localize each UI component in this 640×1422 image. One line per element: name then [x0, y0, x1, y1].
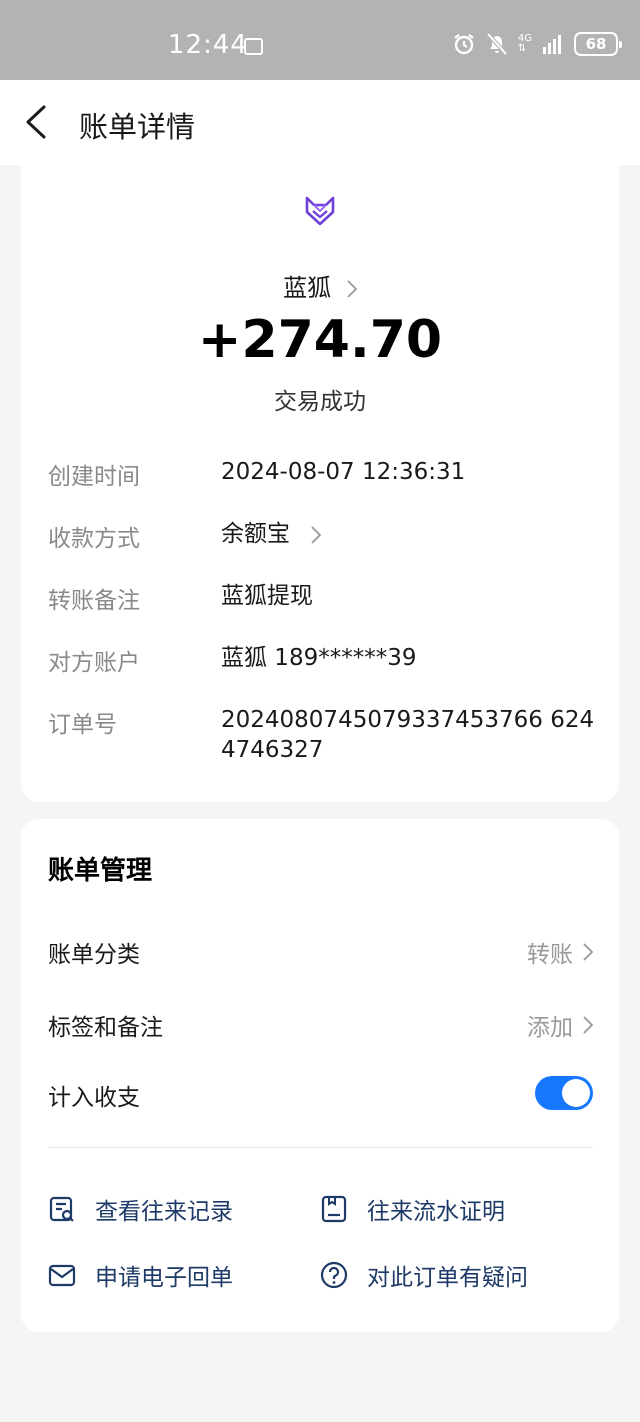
transaction-status: 交易成功 — [274, 389, 366, 415]
detail-value: 蓝狐提现 — [221, 583, 313, 609]
document-icon — [321, 1195, 347, 1223]
signal-icon — [543, 35, 561, 54]
chevron-right-icon — [583, 1016, 593, 1034]
row-value-group: 转账 — [527, 935, 593, 969]
bill-management-card: 账单管理 账单分类 转账 标签和备注 添加 计入收支 查看往来记录 往来流水证明… — [21, 819, 619, 1332]
detail-value-link[interactable]: 余额宝 — [221, 519, 601, 549]
statement-proof-button[interactable]: 往来流水证明 — [320, 1192, 505, 1226]
detail-value: 2024-08-07 12:36:31 — [221, 459, 466, 485]
order-question-button[interactable]: 对此订单有疑问 — [320, 1258, 528, 1292]
include-in-stats-toggle[interactable] — [535, 1076, 593, 1110]
detail-label: 收款方式 — [48, 526, 140, 552]
detail-value: 2024080745079337453766 6244746327 — [221, 707, 595, 763]
payee-name: 蓝狐 — [283, 274, 332, 302]
row-value: 添加 — [527, 1015, 573, 1041]
payee-name-link[interactable]: 蓝狐 — [21, 268, 619, 303]
row-tags-notes[interactable]: 标签和备注 添加 — [48, 1002, 593, 1042]
row-label: 计入收支 — [48, 1085, 140, 1111]
status-bar: 12:44 4G ⇅ 68 — [0, 0, 640, 80]
notification-image-icon — [244, 38, 263, 55]
question-icon — [320, 1261, 348, 1289]
action-label: 往来流水证明 — [367, 1199, 505, 1225]
detail-value: 蓝狐 189******39 — [221, 645, 417, 671]
alarm-icon — [454, 34, 474, 55]
app-header: 账单详情 — [0, 80, 640, 165]
row-value: 转账 — [527, 942, 573, 968]
row-value-group: 添加 — [527, 1008, 593, 1042]
mute-icon — [486, 32, 508, 56]
detail-value: 余额宝 — [221, 521, 290, 547]
chevron-right-icon — [583, 943, 593, 961]
row-label: 标签和备注 — [48, 1015, 163, 1041]
battery-icon: 68 — [574, 32, 622, 56]
status-icons: 4G ⇅ 68 — [452, 32, 622, 56]
detail-label: 创建时间 — [48, 464, 140, 490]
divider — [48, 1147, 593, 1148]
chevron-left-icon[interactable] — [24, 105, 48, 139]
record-search-icon — [49, 1196, 74, 1222]
toggle-knob — [562, 1079, 590, 1107]
view-records-button[interactable]: 查看往来记录 — [48, 1192, 233, 1226]
fox-logo-icon — [305, 196, 335, 226]
row-label: 账单分类 — [48, 942, 140, 968]
section-title: 账单管理 — [48, 856, 153, 886]
page-title: 账单详情 — [79, 110, 196, 144]
network-arrows-icon: ⇅ — [517, 43, 527, 54]
request-receipt-button[interactable]: 申请电子回单 — [48, 1258, 233, 1292]
transaction-card: 蓝狐 +274.70 交易成功 创建时间 2024-08-07 12:36:31… — [21, 165, 619, 802]
mail-icon — [48, 1264, 76, 1287]
transaction-amount: +274.70 — [197, 310, 443, 370]
chevron-right-icon — [311, 525, 322, 544]
chevron-right-icon — [347, 280, 357, 298]
row-bill-category[interactable]: 账单分类 转账 — [48, 929, 593, 969]
action-label: 查看往来记录 — [95, 1199, 233, 1225]
row-include-in-stats: 计入收支 — [48, 1076, 593, 1116]
action-label: 申请电子回单 — [95, 1265, 233, 1291]
action-label: 对此订单有疑问 — [367, 1265, 528, 1291]
detail-label: 订单号 — [48, 712, 117, 738]
status-time: 12:44 — [168, 30, 248, 60]
detail-label: 转账备注 — [48, 588, 140, 614]
network-label: 4G ⇅ — [518, 34, 532, 54]
detail-label: 对方账户 — [48, 650, 140, 676]
